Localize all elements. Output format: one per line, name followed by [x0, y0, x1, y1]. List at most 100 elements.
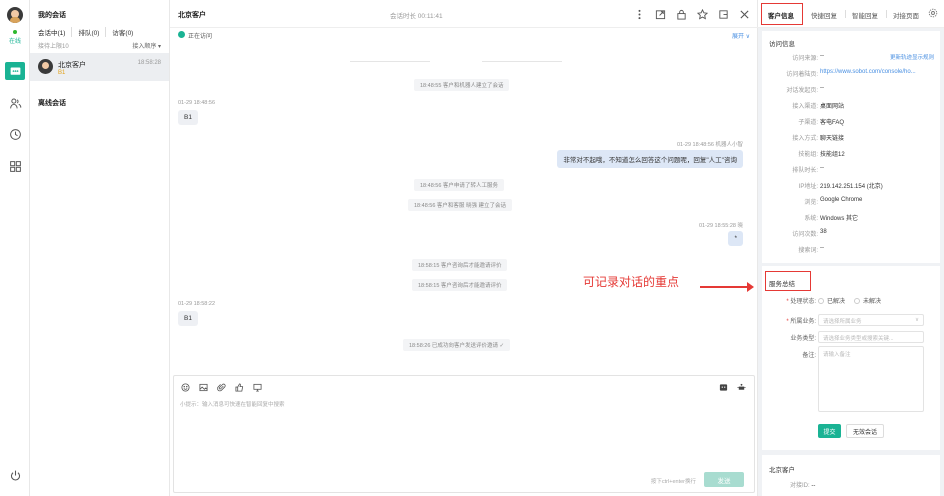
grid-icon [9, 160, 21, 172]
service-summary-card: 服务总结 * 处理状态: 已解决 未解决 * 所属业务: 请选择所属业务 ∨ 业务… [762, 266, 940, 450]
visit-row-value: -- [820, 165, 824, 171]
tab-queue[interactable]: 排队(0) [78, 27, 107, 37]
annotation-text: 可记录对话的重点 [583, 275, 680, 289]
message-input-area[interactable]: 小提示：输入消息可快速在智能回复中搜索 按下ctrl+enter换行 发送 [173, 375, 755, 493]
tab-quick-reply[interactable]: 快捷回复 [811, 10, 837, 20]
status-label: 处理状态: [790, 299, 816, 305]
visit-row-value: -- [820, 85, 824, 91]
export-icon [655, 9, 665, 19]
emoji-icon [180, 382, 190, 392]
agent-timestamp: 01-29 18:55:28 晓 [698, 223, 743, 229]
robot-box-icon [719, 383, 727, 391]
conversation-name: 北京客户 [58, 62, 86, 69]
visit-bar: 正在访问 展开 ∨ [170, 28, 758, 42]
submit-button[interactable]: 提交 [818, 424, 841, 438]
screen-button[interactable] [252, 382, 262, 392]
visit-row-label: 技能组: [798, 152, 818, 158]
robot-button[interactable] [736, 382, 746, 392]
customer-avatar [38, 59, 53, 74]
emoji-button[interactable] [180, 382, 190, 392]
offline-conversations-title[interactable]: 离线会话 [38, 98, 66, 108]
chat-panel: 北京客户 会话时长 00:11:41 正在访问 展开 ∨ 18:48:55 客户… [170, 0, 758, 496]
more-button[interactable] [633, 7, 645, 21]
attachment-button[interactable] [216, 382, 226, 392]
tab-smart-reply[interactable]: 智能回复 [852, 10, 878, 20]
system-message: 18:48:56 客户申请了转人工服务 [414, 179, 504, 191]
visit-row-value: Windows 其它 [820, 216, 859, 222]
right-panel: 客户信息 快捷回复 智能回复 对接页面 访问信息 访问来源: -- 更新轨迹显示规则… [758, 0, 944, 496]
session-duration: 会话时长 00:11:41 [390, 13, 443, 20]
dock-id-label: 对接ID: [790, 483, 810, 489]
visit-row-label: 子渠道: [798, 120, 818, 126]
visit-row-label: 访问着陆页: [786, 72, 818, 78]
tab-divider [886, 10, 887, 18]
visit-row-value: 38 [820, 229, 827, 235]
compass-icon [178, 31, 185, 38]
send-button[interactable]: 发送 [704, 472, 744, 487]
users-icon [9, 98, 21, 108]
tab-in-session[interactable]: 会话中(1) [38, 27, 73, 37]
visit-row-label: 搜索词: [798, 248, 818, 254]
system-message: 18:58:26 已成功向客户发送评价邀请 ✓ [403, 339, 511, 351]
nav-history-button[interactable] [5, 125, 25, 143]
visit-row-label: 接入方式: [792, 136, 818, 142]
nav-chat-button[interactable] [5, 62, 25, 80]
star-button[interactable] [696, 7, 708, 21]
type-placeholder: 请选择业务类型或搜索关键... [823, 336, 894, 342]
note-textarea[interactable]: 请输入备注 [818, 346, 924, 412]
online-status-label[interactable]: 在线 [0, 36, 30, 45]
transfer-button[interactable] [717, 7, 729, 21]
my-conversations-title: 我的会话 [38, 12, 66, 19]
business-select[interactable]: 请选择所属业务 ∨ [818, 314, 924, 326]
export-button[interactable] [654, 7, 666, 21]
invalid-session-button[interactable]: 无效会话 [846, 424, 884, 438]
agent-avatar[interactable] [7, 7, 23, 23]
tab-dock-page[interactable]: 对接页面 [893, 10, 919, 20]
customer-message: B1 [178, 110, 198, 125]
paperclip-icon [216, 383, 226, 391]
gear-icon[interactable] [928, 8, 938, 18]
radio-unresolved[interactable]: 未解决 [854, 296, 881, 305]
power-icon [10, 470, 20, 480]
landing-page-link[interactable]: https://www.sobot.com/console/ho... [820, 69, 916, 75]
visit-row-label: 访问来源: [792, 56, 818, 62]
conversation-time: 18:58:28 [137, 60, 161, 66]
track-rule-link[interactable]: 更新轨迹显示规则 [890, 53, 934, 61]
nav-apps-button[interactable] [5, 157, 25, 175]
lock-button[interactable] [675, 7, 687, 21]
visit-row-label: 对话发起页: [786, 88, 818, 94]
visit-row-label: IP地址: [798, 184, 818, 190]
image-button[interactable] [198, 382, 208, 392]
sort-dropdown[interactable]: 接入顺序 ▾ [132, 41, 161, 50]
transfer-icon [718, 9, 728, 19]
visit-status: 正在访问 [188, 34, 213, 40]
tab-visitors[interactable]: 访客(0) [112, 27, 139, 37]
nav-power-button[interactable] [5, 466, 25, 484]
conversation-item[interactable]: 北京客户 B1 18:58:28 [30, 53, 169, 81]
chat-header-actions [633, 7, 750, 21]
left-nav: 在线 [0, 0, 30, 496]
note-placeholder: 请输入备注 [823, 352, 851, 358]
radio-unresolved-label: 未解决 [863, 299, 882, 305]
radio-resolved[interactable]: 已解决 [818, 296, 845, 305]
customer-card-title: 北京客户 [769, 467, 795, 474]
chat-header: 北京客户 会话时长 00:11:41 [170, 0, 758, 28]
evaluate-button[interactable] [234, 382, 244, 392]
tab-customer-info[interactable]: 客户信息 [768, 10, 794, 20]
type-select[interactable]: 请选择业务类型或搜索关键... [818, 331, 924, 343]
input-hint: 小提示：输入消息可快速在智能回复中搜索 [180, 402, 285, 408]
nav-users-button[interactable] [5, 94, 25, 112]
image-icon [198, 383, 208, 391]
smart-reply-button[interactable] [718, 382, 728, 392]
type-label: 业务类型: [790, 336, 816, 342]
chat-icon [10, 66, 20, 75]
visit-row-label: 接入渠道: [792, 104, 818, 110]
expand-link[interactable]: 展开 ∨ [732, 31, 750, 40]
dock-id-row: 对接ID: -- [790, 480, 815, 489]
note-label: 备注: [802, 353, 816, 359]
close-button[interactable] [738, 7, 750, 21]
robot-message: 非常对不起哦，不知道怎么回答这个问题呢，回复"人工"咨询 [557, 150, 743, 168]
robot-timestamp: 01-29 18:48:56 机器人小智 [676, 142, 743, 148]
online-status-dot [13, 30, 17, 34]
visit-row-value: -- [820, 53, 824, 59]
